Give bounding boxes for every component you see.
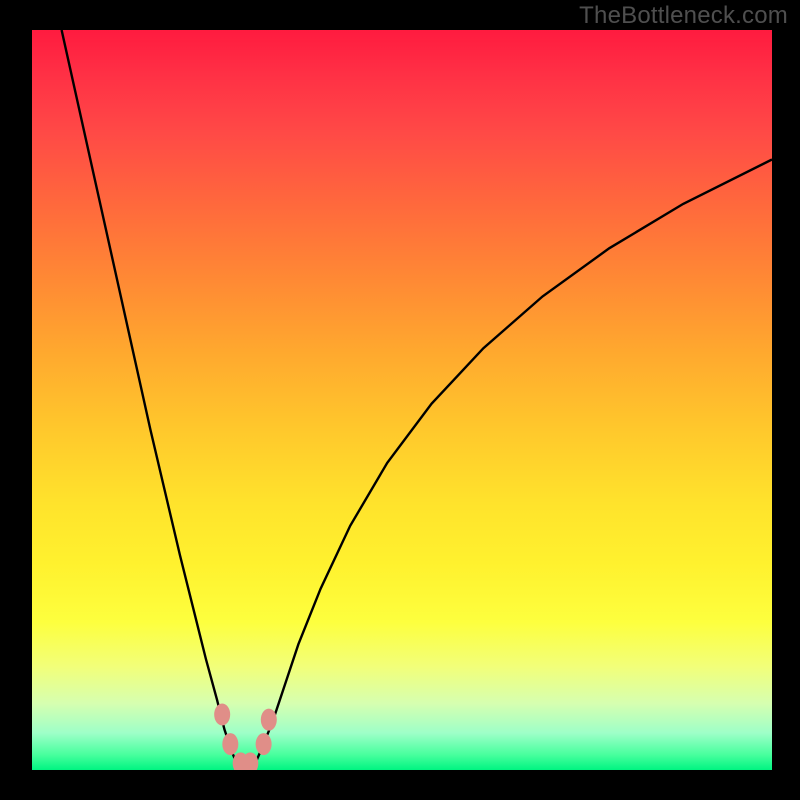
marker-dot: [261, 709, 277, 731]
watermark-text: TheBottleneck.com: [579, 2, 788, 30]
curve-right-branch: [254, 160, 772, 767]
marker-dots: [214, 704, 277, 771]
chart-plot-area: [32, 30, 772, 770]
curve-left-branch: [62, 30, 238, 766]
marker-dot: [214, 704, 230, 726]
marker-dot: [222, 733, 238, 755]
marker-dot: [256, 733, 272, 755]
bottleneck-curve: [32, 30, 772, 770]
